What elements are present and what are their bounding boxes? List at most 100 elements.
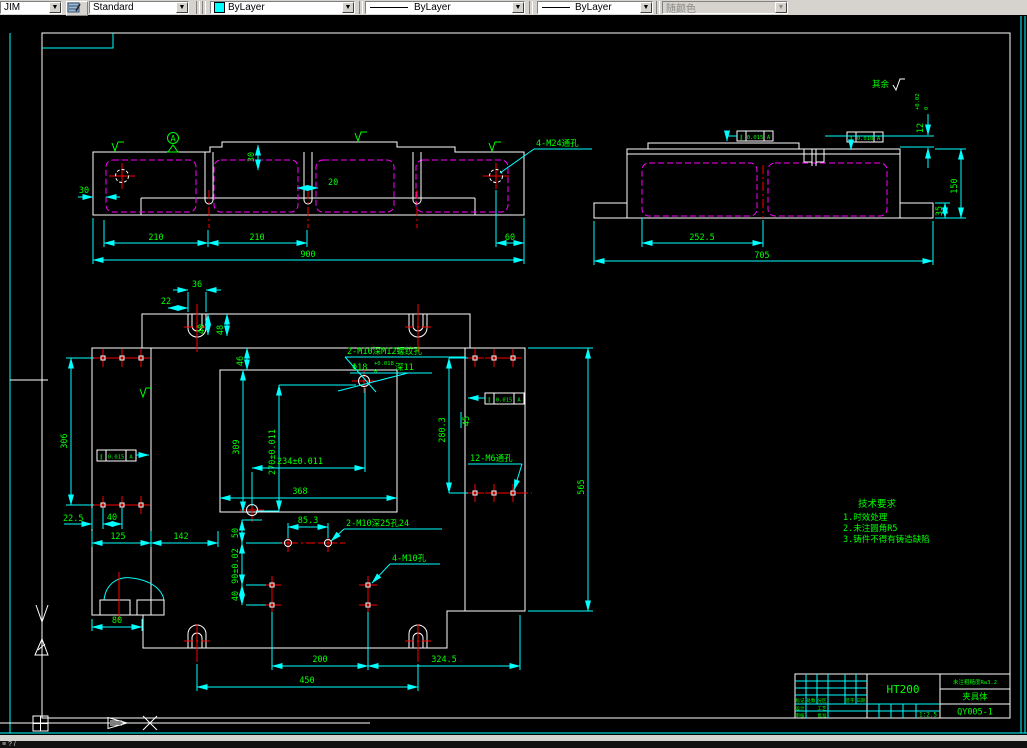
tol-sym: ∥ bbox=[488, 397, 491, 404]
tb-lbl-check: 审核 bbox=[796, 712, 805, 719]
lineweight-value: ByLayer bbox=[575, 2, 612, 13]
toolbar-separator bbox=[359, 1, 363, 14]
leader-text: 12-M6通孔 bbox=[470, 453, 513, 464]
dim-style-value: JIM bbox=[4, 2, 21, 13]
tol-val: 0.015 bbox=[496, 398, 513, 404]
dim-368: 368 bbox=[292, 487, 307, 497]
tol-sym: ∥ bbox=[740, 134, 743, 141]
dim-40t: 40 bbox=[197, 324, 207, 334]
dim-142: 142 bbox=[173, 532, 188, 542]
tb-part-name: 夹具体 bbox=[962, 692, 988, 703]
color-combo[interactable]: ByLayer ▼ bbox=[210, 1, 355, 14]
tb-scale: 1:2.5 bbox=[919, 712, 937, 719]
text-style-combo[interactable]: Standard ▼ bbox=[89, 1, 189, 14]
dim-210a: 210 bbox=[148, 233, 163, 243]
tol-val: 0.018 bbox=[857, 136, 874, 142]
dim-309: 309 bbox=[232, 439, 242, 454]
dim-3245: 324.5 bbox=[431, 655, 457, 665]
chevron-down-icon[interactable]: ▼ bbox=[49, 2, 61, 13]
dim-12: 12 bbox=[916, 123, 926, 133]
dim-565: 565 bbox=[577, 479, 587, 494]
tech-item-2: 2.未注圆角R5 bbox=[843, 523, 897, 534]
cad-window: JIM ▼ Standard ▼ ByLayer ▼ ByLayer ▼ ByL… bbox=[0, 0, 1027, 748]
tb-lbl-count: 处数 bbox=[807, 697, 816, 704]
chevron-down-icon[interactable]: ▼ bbox=[512, 2, 524, 13]
tb-lbl-process: 工艺 bbox=[818, 706, 827, 712]
tb-drawing-no: QY005-1 bbox=[957, 708, 993, 718]
toolbar-separator bbox=[202, 1, 206, 14]
color-swatch bbox=[214, 2, 225, 13]
leader-4-m24-text: 4-M24通孔 bbox=[536, 138, 579, 149]
tech-item-1: 1.时效处理 bbox=[843, 512, 888, 523]
tb-lbl-approve: 批准 bbox=[818, 712, 827, 719]
lineweight-combo[interactable]: ByLayer ▼ bbox=[537, 1, 653, 14]
linetype-combo[interactable]: ByLayer ▼ bbox=[365, 1, 525, 14]
dim-30-top: 30 bbox=[247, 152, 257, 162]
surface-note-text: 其余 bbox=[872, 79, 890, 90]
status-left-text: ≡ ? / bbox=[2, 741, 16, 748]
dim-225: 22.5 bbox=[63, 514, 83, 524]
drawing-canvas[interactable]: A 210 210 60 900 30 30 20 4-M24通孔 ∥ 0.01… bbox=[0, 0, 1027, 748]
leader-text: 2-M10深25孔24 bbox=[346, 519, 409, 529]
dim-30-left: 30 bbox=[79, 186, 89, 196]
chevron-down-icon[interactable]: ▼ bbox=[176, 2, 188, 13]
dim-80: 80 bbox=[112, 616, 122, 626]
dim-705: 705 bbox=[754, 251, 769, 261]
toolbar-separator bbox=[196, 1, 200, 14]
dim-46: 46 bbox=[236, 356, 246, 366]
color-value: ByLayer bbox=[228, 2, 265, 13]
tb-lbl-design: 设计 bbox=[796, 705, 805, 712]
dim-12-up: +0.02 bbox=[915, 93, 921, 110]
dim-150: 150 bbox=[950, 178, 960, 193]
dim-853: 85.3 bbox=[298, 516, 318, 526]
chevron-down-icon: ▼ bbox=[775, 2, 787, 13]
dim-234: 234±0.011 bbox=[277, 457, 323, 467]
dim-50: 50 bbox=[231, 528, 241, 538]
dim-20: 20 bbox=[328, 178, 338, 188]
lineweight-glyph bbox=[542, 7, 570, 8]
tb-lbl-date: 日期 bbox=[857, 698, 866, 704]
plotstyle-combo: 随颜色 ▼ bbox=[662, 1, 788, 15]
dim-36: 36 bbox=[192, 280, 202, 290]
dim-900: 900 bbox=[300, 250, 315, 260]
leader-text: 2-M10深M12螺纹孔 bbox=[347, 346, 422, 357]
tech-item-3: 3.铸件不得有铸造缺陷 bbox=[843, 534, 930, 545]
dim-306: 306 bbox=[60, 433, 70, 448]
tech-title: 技术要求 bbox=[858, 498, 897, 510]
tol-val: 0.015 bbox=[747, 135, 764, 141]
dim-252: 252.5 bbox=[689, 233, 715, 243]
dim-200: 200 bbox=[312, 655, 327, 665]
linetype-glyph bbox=[370, 7, 408, 8]
toolbar-separator bbox=[529, 1, 533, 14]
style-manager-icon bbox=[67, 2, 81, 13]
dim-22: 22 bbox=[161, 297, 171, 307]
dim-35: 35 bbox=[935, 206, 945, 216]
dim-125: 125 bbox=[110, 532, 125, 542]
dim-48: 48 bbox=[216, 325, 226, 335]
toolbar-separator bbox=[656, 1, 660, 14]
tb-note: 未注粗糙度Ra3.2 bbox=[953, 678, 997, 686]
dim-450: 450 bbox=[299, 676, 314, 686]
chevron-down-icon[interactable]: ▼ bbox=[342, 2, 354, 13]
chevron-down-icon[interactable]: ▼ bbox=[640, 2, 652, 13]
dim-280: 280.3 bbox=[438, 417, 448, 443]
tol-val: 0.015 bbox=[108, 455, 125, 461]
dim-210b: 210 bbox=[249, 233, 264, 243]
leader-tol-low: 0 bbox=[374, 369, 377, 375]
status-bottom: ≡ ? / bbox=[0, 741, 1027, 748]
dim-40b: 40 bbox=[231, 591, 241, 601]
style-manager-button[interactable] bbox=[66, 1, 88, 16]
dim-12-low: 0 bbox=[924, 107, 930, 110]
text-style-value: Standard bbox=[93, 2, 134, 13]
tb-material: HT200 bbox=[886, 683, 919, 696]
properties-toolbar: JIM ▼ Standard ▼ ByLayer ▼ ByLayer ▼ ByL… bbox=[0, 0, 1027, 16]
tb-lbl-mark: 标记 bbox=[796, 697, 805, 704]
dim-90: 90±0.02 bbox=[231, 548, 241, 584]
leader-tol-up: +0.018 bbox=[374, 361, 394, 367]
leader-text: 4-M10孔 bbox=[392, 554, 427, 564]
datum-label: A bbox=[170, 135, 175, 145]
dim-45: 45 bbox=[462, 416, 472, 426]
tol-sym: ∥ bbox=[100, 454, 103, 461]
dim-style-combo[interactable]: JIM ▼ bbox=[0, 1, 62, 14]
plotstyle-value: 随颜色 bbox=[666, 4, 696, 15]
